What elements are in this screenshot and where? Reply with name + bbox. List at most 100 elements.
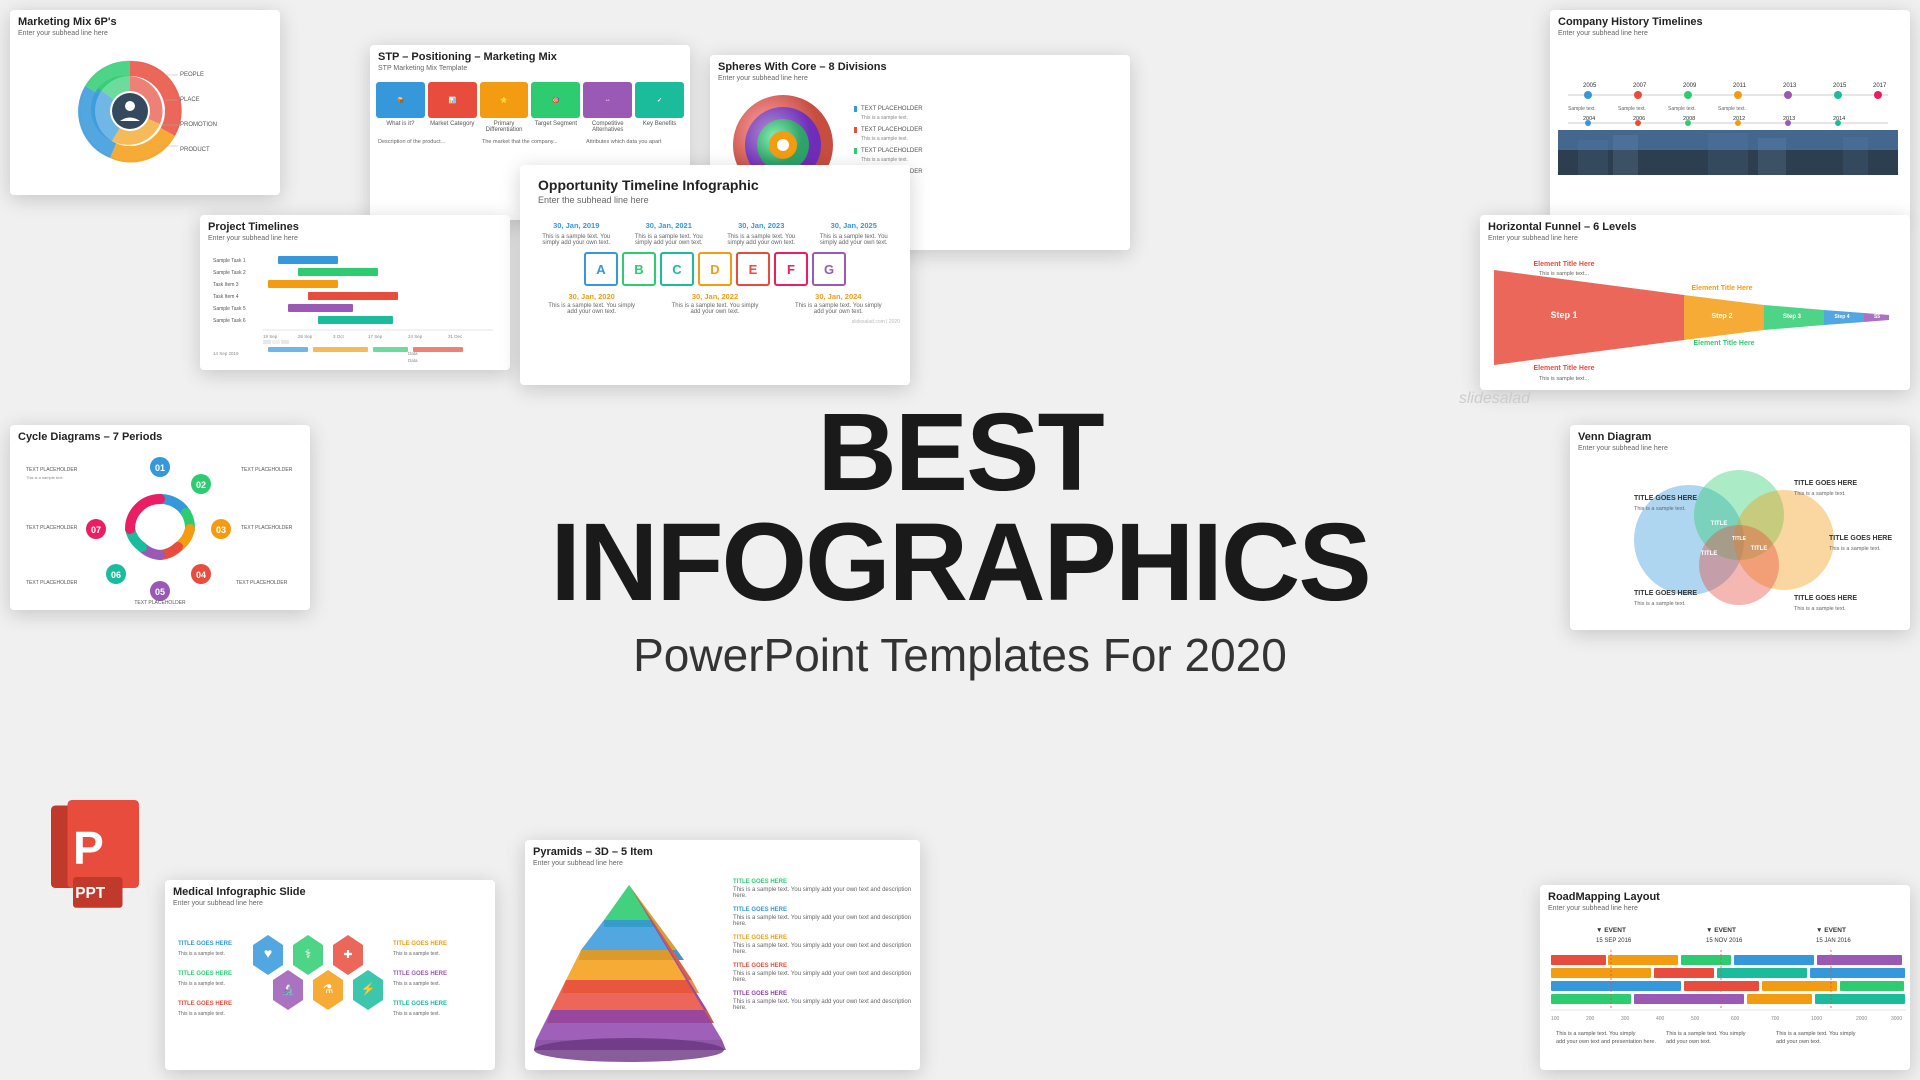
svg-text:700: 700 [1771,1016,1780,1022]
svg-text:PRODUCT: PRODUCT [180,147,210,153]
svg-text:TITLE: TITLE [1711,521,1728,527]
svg-text:Sample Task 5: Sample Task 5 [213,306,246,312]
svg-text:TITLE GOES HERE: TITLE GOES HERE [178,1001,232,1007]
opportunity-subtitle: Enter the subhead line here [530,195,900,209]
company-subtitle: Enter your subhead line here [1550,30,1910,41]
svg-text:3000: 3000 [1891,1016,1902,1022]
svg-text:24 Sep: 24 Sep [408,334,423,339]
svg-text:26 Sep: 26 Sep [298,334,313,339]
svg-text:04: 04 [196,570,206,580]
pyramids-title: Pyramids – 3D – 5 Item [525,840,920,860]
svg-text:TITLE GOES HERE: TITLE GOES HERE [178,941,232,947]
svg-text:This is a sample text. You sim: This is a sample text. You simply [1556,1031,1636,1037]
svg-text:PEOPLE: PEOPLE [180,72,204,78]
svg-text:2009: 2009 [1683,83,1697,89]
roadmap-content: ▼ EVENT 15 SEP 2016 ▼ EVENT 15 NOV 2016 … [1540,916,1910,1070]
card-marketing-mix[interactable]: Marketing Mix 6P's Enter your subhead li… [10,10,280,195]
svg-text:100: 100 [1551,1016,1560,1022]
stp-title: STP – Positioning – Marketing Mix [370,45,690,65]
svg-text:Element Title Here: Element Title Here [1534,365,1595,372]
svg-text:This is a sample text.: This is a sample text. [1829,546,1881,552]
svg-text:This is a sample text.: This is a sample text. [1794,606,1846,612]
svg-text:Sample text.: Sample text. [1568,106,1596,112]
svg-text:TEXT PLACEHOLDER: TEXT PLACEHOLDER [26,525,78,531]
svg-text:♥: ♥ [264,945,272,961]
svg-text:TEXT PLACEHOLDER: TEXT PLACEHOLDER [26,580,78,586]
svg-text:19 Sep: 19 Sep [263,334,278,339]
svg-text:TITLE GOES HERE: TITLE GOES HERE [393,941,447,947]
project-subtitle: Enter your subhead line here [200,235,510,246]
svg-text:S5: S5 [1874,314,1880,320]
svg-text:This is a sample text.: This is a sample text. [393,1011,440,1017]
company-content: 2005 2007 2009 2011 2013 2015 2017 Sampl… [1550,41,1910,184]
svg-text:Sample Task 2: Sample Task 2 [213,270,246,276]
svg-text:PPT: PPT [75,885,106,902]
card-company[interactable]: Company History Timelines Enter your sub… [1550,10,1910,220]
funnel-title: Horizontal Funnel – 6 Levels [1480,215,1910,235]
pyramids-content: TITLE GOES HERE This is a sample text. Y… [525,871,920,1070]
card-opportunity[interactable]: Opportunity Timeline Infographic Enter t… [520,165,910,385]
svg-text:TITLE: TITLE [1732,536,1747,542]
marketing-mix-subtitle: Enter your subhead line here [10,30,280,41]
svg-text:This is a sample text.: This is a sample text. [393,951,440,957]
svg-text:2011: 2011 [1733,83,1747,89]
svg-text:TEXT PLACEHOLDER: TEXT PLACEHOLDER [26,467,78,473]
svg-text:add your own text.: add your own text. [1666,1039,1711,1045]
svg-text:Element Title Here: Element Title Here [1534,261,1595,268]
cycle-content: 01 02 03 04 05 06 07 TEXT PLACEHOLDER Th… [10,445,310,610]
svg-text:300: 300 [1621,1016,1630,1022]
marketing-mix-chart: PEOPLE PLACE PROMOTION PRODUCT [10,41,280,181]
svg-text:06: 06 [111,570,121,580]
svg-text:15 NOV 2016: 15 NOV 2016 [1706,938,1743,944]
stp-subtitle: STP Marketing Mix Template [370,65,690,76]
svg-text:This is a sample text.: This is a sample text. [1794,491,1846,497]
card-medical[interactable]: Medical Infographic Slide Enter your sub… [165,880,495,1070]
card-project[interactable]: Project Timelines Enter your subhead lin… [200,215,510,370]
spheres-title: Spheres With Core – 8 Divisions [710,55,1130,75]
card-cycle[interactable]: Cycle Diagrams – 7 Periods [10,425,310,610]
card-roadmap[interactable]: RoadMapping Layout Enter your subhead li… [1540,885,1910,1070]
svg-text:Task Item 4: Task Item 4 [213,294,239,300]
svg-text:TITLE: TITLE [1751,546,1768,552]
svg-text:500: 500 [1691,1016,1700,1022]
medical-subtitle: Enter your subhead line here [165,900,495,911]
venn-subtitle: Enter your subhead line here [1570,445,1910,456]
svg-text:⚕: ⚕ [305,947,312,961]
svg-text:✚: ✚ [343,949,352,961]
svg-text:Sample text.: Sample text. [1618,106,1646,112]
card-pyramids[interactable]: Pyramids – 3D – 5 Item Enter your subhea… [525,840,920,1070]
svg-text:TEXT PLACEHOLDER: TEXT PLACEHOLDER [241,467,293,473]
pyramid-labels: TITLE GOES HERE This is a sample text. Y… [729,875,916,1070]
svg-text:Sample text.: Sample text. [1718,106,1746,112]
svg-text:Step 3: Step 3 [1783,314,1802,320]
svg-text:This is a sample text.: This is a sample text. [1634,506,1686,512]
svg-text:TITLE GOES HERE: TITLE GOES HERE [393,971,447,977]
svg-text:400: 400 [1656,1016,1665,1022]
funnel-content: Step 1 Step 2 Step 3 Step 4 S5 Element T… [1480,246,1910,390]
svg-text:⚗: ⚗ [323,982,334,996]
svg-text:TEXT PLACEHOLDER: TEXT PLACEHOLDER [241,525,293,531]
cycle-title: Cycle Diagrams – 7 Periods [10,425,310,445]
project-gantt: Sample Task 1 Sample Task 2 Task Item 3 … [200,246,510,370]
svg-text:Step 2: Step 2 [1711,313,1732,320]
svg-text:2017: 2017 [1873,83,1887,89]
svg-text:Element Title Here: Element Title Here [1692,285,1753,292]
svg-text:TEXT PLACEHOLDER: TEXT PLACEHOLDER [236,580,288,586]
svg-text:TITLE: TITLE [1701,551,1718,557]
svg-text:This is a sample text. You sim: This is a sample text. You simply [1776,1031,1856,1037]
roadmap-subtitle: Enter your subhead line here [1540,905,1910,916]
svg-text:2000: 2000 [1856,1016,1867,1022]
svg-text:TITLE GOES HERE: TITLE GOES HERE [178,971,232,977]
svg-text:This is a sample text.: This is a sample text. [178,981,225,987]
svg-text:2007: 2007 [1633,83,1647,89]
svg-text:This is a sample text.: This is a sample text. [393,981,440,987]
svg-text:This is sample text...: This is sample text... [1539,271,1590,277]
card-funnel[interactable]: Horizontal Funnel – 6 Levels Enter your … [1480,215,1910,390]
svg-text:This is sample text...: This is sample text... [1539,376,1590,382]
medical-content: ♥ ⚕ ✚ ⚗ 🔬 ⚡ TITLE GOES HERE This is a sa… [165,911,495,1069]
svg-text:🔬: 🔬 [281,982,295,996]
main-content: BEST INFOGRAPHICS PowerPoint Templates F… [480,398,1440,682]
svg-text:▼ EVENT: ▼ EVENT [1706,927,1736,934]
svg-text:01: 01 [155,463,165,473]
card-venn[interactable]: Venn Diagram Enter your subhead line her… [1570,425,1910,630]
